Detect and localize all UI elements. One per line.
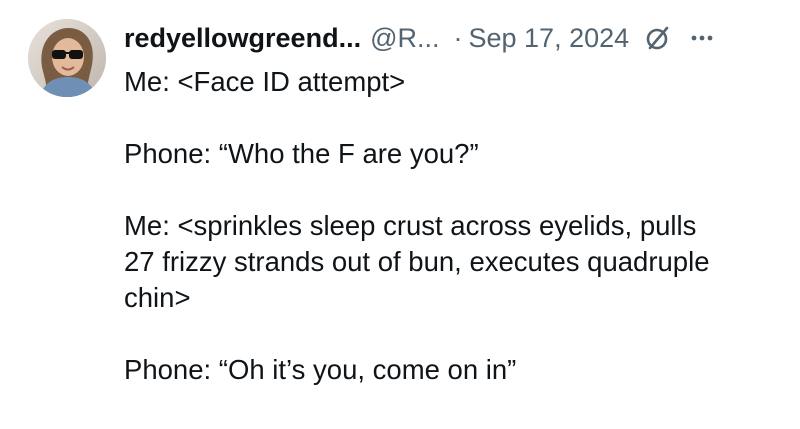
grok-icon[interactable] xyxy=(643,23,673,53)
author-handle[interactable]: @R... xyxy=(370,23,439,54)
tweet-text-line: chin> xyxy=(124,282,191,313)
tweet: redyellowgreend... @R... · Sep 17, 2024 … xyxy=(0,0,800,429)
separator-dot: · xyxy=(453,22,463,53)
author-display-name[interactable]: redyellowgreend... xyxy=(124,23,361,54)
tweet-text-line: Phone: “Oh it’s you, come on in” xyxy=(124,354,517,385)
tweet-date[interactable]: Sep 17, 2024 xyxy=(469,23,630,54)
tweet-text-line: Me: <sprinkles sleep crust across eyelid… xyxy=(124,210,697,241)
tweet-text-line: 27 frizzy strands out of bun, executes q… xyxy=(124,246,710,277)
avatar[interactable] xyxy=(28,19,106,97)
tweet-text-line: Phone: “Who the F are you?” xyxy=(124,138,479,169)
tweet-text: Me: <Face ID attempt> Phone: “Who the F … xyxy=(124,64,784,388)
more-options-icon[interactable] xyxy=(687,23,717,53)
tweet-header: redyellowgreend... @R... · Sep 17, 2024 xyxy=(124,18,717,58)
profile-photo-avatar xyxy=(28,19,106,97)
tweet-text-line: Me: <Face ID attempt> xyxy=(124,66,406,97)
